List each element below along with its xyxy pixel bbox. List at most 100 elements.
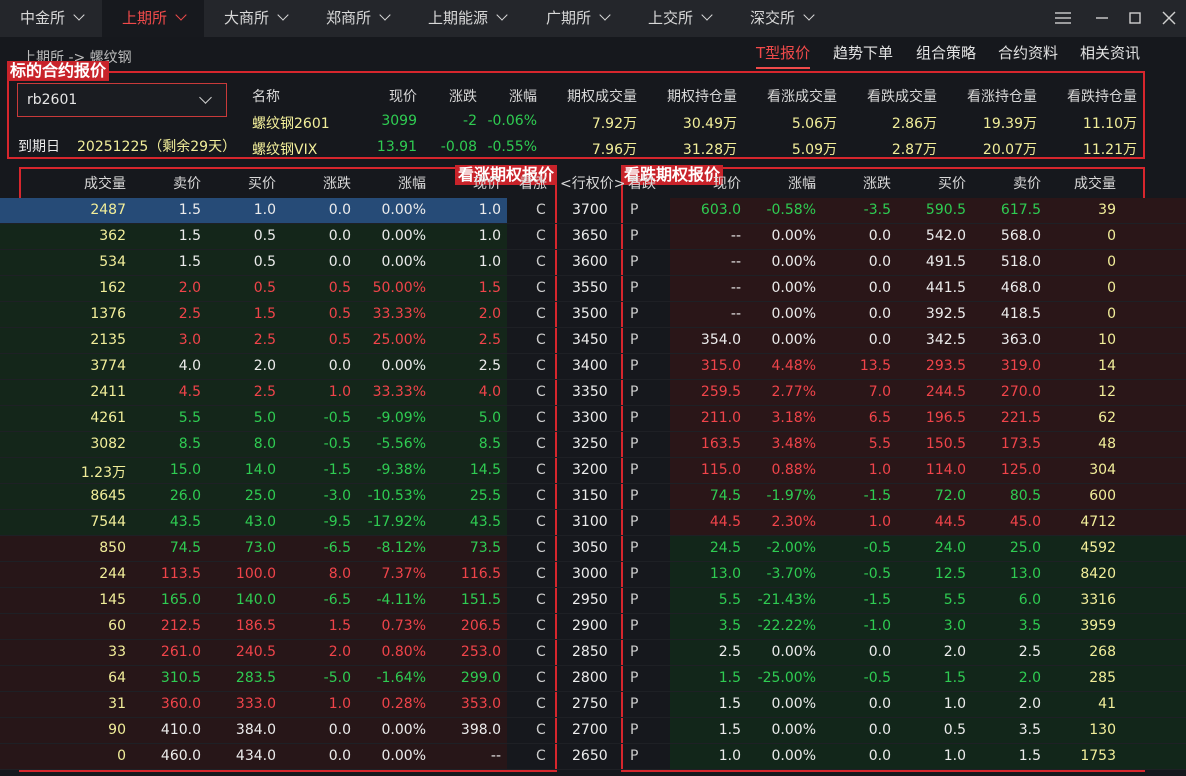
option-row[interactable]: 33 261.0 240.5 2.0 0.80% 253.0 C 2850 P 2.5 0.00% 0… — [0, 640, 1186, 666]
exchange-tab[interactable]: 广期所 — [526, 0, 628, 37]
minimize-icon[interactable] — [1093, 9, 1111, 27]
call-bid[interactable]: 5.0 — [254, 410, 276, 426]
call-header-change-pct[interactable]: 涨幅 — [398, 173, 426, 193]
option-row[interactable]: 4261 5.5 5.0 -0.5 -9.09% 5.0 C 3300 P 211.0 3.18% 6… — [0, 406, 1186, 432]
put-bid[interactable]: 1.5 — [944, 670, 966, 686]
option-row[interactable]: 1376 2.5 1.5 0.5 33.33% 2.0 C 3500 P -- 0.00% 0.0 39… — [0, 302, 1186, 328]
option-row[interactable]: 534 1.5 0.5 0.0 0.00% 1.0 C 3600 P -- 0.00% 0.0 491.… — [0, 250, 1186, 276]
call-bid[interactable]: 2.0 — [254, 358, 276, 374]
put-bid[interactable]: 0.5 — [944, 722, 966, 738]
put-bid[interactable]: 342.5 — [926, 332, 966, 348]
call-ask[interactable]: 43.5 — [170, 514, 201, 530]
put-bid[interactable]: 2.0 — [944, 644, 966, 660]
option-row[interactable]: 362 1.5 0.5 0.0 0.00% 1.0 C 3650 P -- 0.00% 0.0 542.… — [0, 224, 1186, 250]
option-row[interactable]: 1.23万 15.0 14.0 -1.5 -9.38% 14.5 C 3200 P 115.0 0.… — [0, 458, 1186, 484]
put-ask[interactable]: 3.5 — [1019, 618, 1041, 634]
put-bid[interactable]: 590.5 — [926, 202, 966, 218]
option-row[interactable]: 2411 4.5 2.5 1.0 33.33% 4.0 C 3350 P 259.5 2.77% 7.… — [0, 380, 1186, 406]
put-bid[interactable]: 542.0 — [926, 228, 966, 244]
option-row[interactable]: 7544 43.5 43.0 -9.5 -17.92% 43.5 C 3100 P 44.5 2.3… — [0, 510, 1186, 536]
close-icon[interactable] — [1160, 9, 1178, 27]
put-bid[interactable]: 114.0 — [926, 462, 966, 478]
view-tab[interactable]: 相关资讯 — [1080, 42, 1140, 63]
call-ask[interactable]: 3.0 — [179, 332, 201, 348]
exchange-tab[interactable]: 中金所 — [0, 0, 102, 37]
put-ask[interactable]: 3.5 — [1019, 722, 1041, 738]
call-ask[interactable]: 460.0 — [161, 748, 201, 764]
call-bid[interactable]: 2.5 — [254, 332, 276, 348]
put-bid[interactable]: 392.5 — [926, 306, 966, 322]
put-header-type[interactable]: 看跌 — [628, 173, 656, 193]
put-bid[interactable]: 196.5 — [926, 410, 966, 426]
option-row[interactable]: 90 410.0 384.0 0.0 0.00% 398.0 C 2700 P 1.5 0.00% 0… — [0, 718, 1186, 744]
call-header-type[interactable]: 看涨 — [519, 173, 547, 193]
put-bid[interactable]: 12.5 — [935, 566, 966, 582]
exchange-tab[interactable]: 上交所 — [628, 0, 730, 37]
call-ask[interactable]: 212.5 — [161, 618, 201, 634]
call-bid[interactable]: 8.0 — [254, 436, 276, 452]
call-bid[interactable]: 100.0 — [236, 566, 276, 582]
put-bid[interactable]: 491.5 — [926, 254, 966, 270]
put-bid[interactable]: 44.5 — [935, 514, 966, 530]
call-ask[interactable]: 8.5 — [179, 436, 201, 452]
call-ask[interactable]: 5.5 — [179, 410, 201, 426]
call-bid[interactable]: 14.0 — [245, 462, 276, 478]
call-ask[interactable]: 261.0 — [161, 644, 201, 660]
option-row[interactable]: 2487 1.5 1.0 0.0 0.00% 1.0 C 3700 P 603.0 -0.58% -3… — [0, 198, 1186, 224]
call-bid[interactable]: 73.0 — [245, 540, 276, 556]
call-header-ask[interactable]: 卖价 — [173, 173, 201, 193]
view-tab[interactable]: T型报价 — [756, 42, 811, 69]
put-ask[interactable]: 617.5 — [1001, 202, 1041, 218]
call-header-volume[interactable]: 成交量 — [84, 173, 126, 193]
view-tab[interactable]: 组合策略 — [916, 42, 976, 63]
put-header-last[interactable]: 现价 — [713, 173, 741, 193]
put-bid[interactable]: 1.0 — [944, 696, 966, 712]
put-ask[interactable]: 6.0 — [1019, 592, 1041, 608]
call-ask[interactable]: 74.5 — [170, 540, 201, 556]
put-header-change[interactable]: 涨跌 — [863, 173, 891, 193]
call-ask[interactable]: 410.0 — [161, 722, 201, 738]
call-bid[interactable]: 333.0 — [236, 696, 276, 712]
put-ask[interactable]: 2.0 — [1019, 670, 1041, 686]
exchange-tab[interactable]: 上期能源 — [408, 0, 526, 37]
underlying-name[interactable]: 螺纹钢VIX — [252, 139, 317, 159]
option-row[interactable]: 0 460.0 434.0 0.0 0.00% -- C 2650 P 1.0 0.00% 0.0 1.… — [0, 744, 1186, 770]
put-ask[interactable]: 80.5 — [1010, 488, 1041, 504]
put-bid[interactable]: 244.5 — [926, 384, 966, 400]
exchange-tab[interactable]: 大商所 — [204, 0, 306, 37]
call-ask[interactable]: 4.5 — [179, 384, 201, 400]
call-ask[interactable]: 2.0 — [179, 280, 201, 296]
exchange-tab[interactable]: 上期所 — [102, 0, 204, 37]
call-ask[interactable]: 15.0 — [170, 462, 201, 478]
call-ask[interactable]: 360.0 — [161, 696, 201, 712]
exchange-tab[interactable]: 郑商所 — [306, 0, 408, 37]
strike-header[interactable]: <行权价> — [560, 173, 625, 193]
maximize-icon[interactable] — [1126, 9, 1144, 27]
put-bid[interactable]: 1.0 — [944, 748, 966, 764]
put-ask[interactable]: 25.0 — [1010, 540, 1041, 556]
put-ask[interactable]: 173.5 — [1001, 436, 1041, 452]
put-ask[interactable]: 45.0 — [1010, 514, 1041, 530]
call-bid[interactable]: 0.5 — [254, 280, 276, 296]
call-bid[interactable]: 140.0 — [236, 592, 276, 608]
call-ask[interactable]: 113.5 — [161, 566, 201, 582]
underlying-name[interactable]: 螺纹钢2601 — [252, 113, 330, 133]
call-ask[interactable]: 165.0 — [161, 592, 201, 608]
call-bid[interactable]: 0.5 — [254, 228, 276, 244]
put-header-volume[interactable]: 成交量 — [1074, 173, 1116, 193]
put-bid[interactable]: 24.0 — [935, 540, 966, 556]
call-bid[interactable]: 283.5 — [236, 670, 276, 686]
put-header-ask[interactable]: 卖价 — [1013, 173, 1041, 193]
call-bid[interactable]: 25.0 — [245, 488, 276, 504]
call-bid[interactable]: 384.0 — [236, 722, 276, 738]
put-ask[interactable]: 568.0 — [1001, 228, 1041, 244]
option-row[interactable]: 244 113.5 100.0 8.0 7.37% 116.5 C 3000 P 13.0 -3.7… — [0, 562, 1186, 588]
put-ask[interactable]: 363.0 — [1001, 332, 1041, 348]
option-row[interactable]: 3082 8.5 8.0 -0.5 -5.56% 8.5 C 3250 P 163.5 3.48% 5… — [0, 432, 1186, 458]
option-row[interactable]: 31 360.0 333.0 1.0 0.28% 353.0 C 2750 P 1.5 0.00% 0… — [0, 692, 1186, 718]
call-bid[interactable]: 240.5 — [236, 644, 276, 660]
view-tab[interactable]: 趋势下单 — [833, 42, 893, 63]
option-row[interactable]: 162 2.0 0.5 0.5 50.00% 1.5 C 3550 P -- 0.00% 0.0 441… — [0, 276, 1186, 302]
call-bid[interactable]: 2.5 — [254, 384, 276, 400]
put-ask[interactable]: 2.0 — [1019, 696, 1041, 712]
